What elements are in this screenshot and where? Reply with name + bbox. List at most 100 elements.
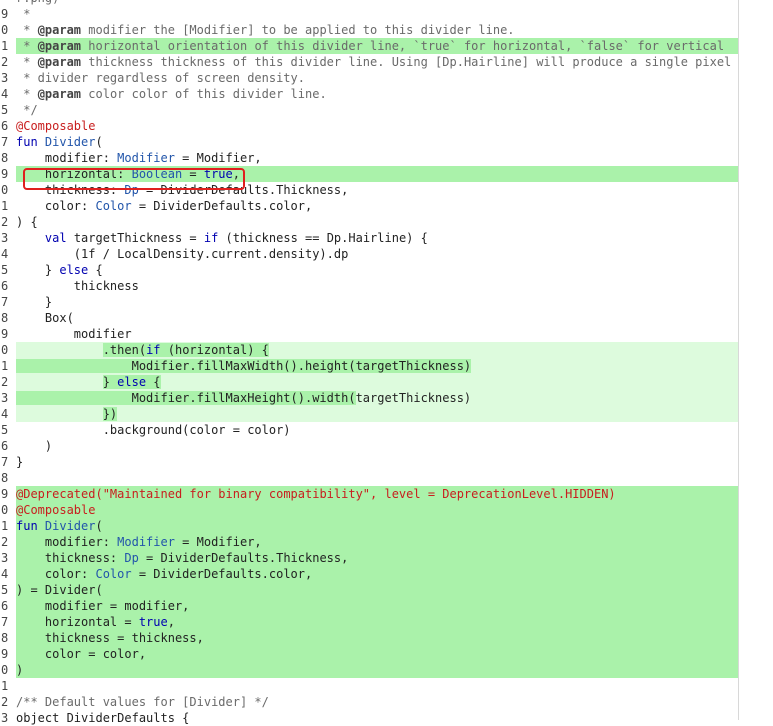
code-token: thickness: [16, 551, 125, 565]
code-line: 1 Modifier.fillMaxWidth().height(targetT… [0, 358, 738, 374]
line-number: 0 [1, 343, 9, 357]
line-number: 9 [1, 167, 9, 181]
line-number: 9 [1, 7, 9, 21]
scrollbar-track[interactable] [738, 0, 739, 720]
code-line: 6 @Composable [0, 118, 738, 134]
code-token: modifier: [16, 151, 118, 165]
code-token: (thickness == Dp.Hairline) { [218, 231, 428, 245]
code-token: true [138, 615, 168, 629]
code-token: thickness [16, 279, 139, 293]
code-token: targetThickness = [66, 231, 204, 245]
line-number: 4 [1, 567, 9, 581]
code-line: 2 /** Default values for [Divider] */ [0, 694, 738, 710]
code-line: 7} [0, 454, 738, 470]
code-token: (1f / LocalDensity.current.density).dp [16, 247, 349, 261]
code-line-text: val targetThickness = if (thickness == D… [16, 230, 738, 246]
code-line-text: modifier: Modifier = Modifier, [16, 534, 738, 550]
code-token: modifier the [Modifier] to be applied to… [81, 23, 515, 37]
line-number: 1 [1, 39, 9, 53]
code-line: 8 Box( [0, 310, 738, 326]
code-token: r.png) [16, 0, 59, 5]
line-number: 4 [1, 407, 9, 421]
code-token: Divider [44, 135, 96, 149]
code-line-text: ) [16, 662, 738, 678]
code-line-text: color: Color = DividerDefaults.color, [16, 198, 738, 214]
code-line-text: @Composable [16, 502, 738, 518]
code-token: ( [95, 135, 103, 149]
code-token: .background(color = color) [16, 423, 291, 437]
code-token: color: [16, 567, 96, 581]
code-token: (horizontal) { [160, 343, 269, 357]
code-token: fun [16, 519, 45, 533]
code-line: 4 }) [0, 406, 738, 422]
code-token: @param [37, 39, 82, 53]
line-number: 0 [1, 503, 9, 517]
code-line-text: ) [16, 438, 738, 454]
line-number: 0 [1, 663, 9, 677]
code-token: @param [37, 55, 82, 69]
code-token: { [88, 263, 103, 277]
line-number: 8 [1, 471, 9, 485]
code-token: * [16, 87, 38, 101]
code-line-text: Modifier.fillMaxWidth().height(targetThi… [16, 358, 738, 374]
code-line-text: Box( [16, 310, 738, 326]
line-number: 6 [1, 599, 9, 613]
code-token: = Modifier, [174, 535, 262, 549]
code-line-text: .background(color = color) [16, 422, 738, 438]
code-token: Modifier [117, 151, 175, 165]
code-token: Modifier.fillMaxWidth() [16, 359, 298, 373]
code-line: 7 } [0, 294, 738, 310]
code-line-text: ) = Divider( [16, 582, 738, 598]
code-line-text: } [16, 294, 738, 310]
code-line: 7 fun Divider( [0, 134, 738, 150]
code-token: object DividerDefaults { [16, 711, 190, 725]
line-number: 2 [1, 535, 9, 549]
code-token: @Composable [16, 503, 96, 517]
code-token: modifier: [16, 535, 118, 549]
code-line-text: color: Color = DividerDefaults.color, [16, 566, 738, 582]
code-line-text: Modifier.fillMaxHeight().width(targetThi… [16, 390, 738, 406]
line-number: 8 [1, 311, 9, 325]
code-line-text: fun Divider( [16, 134, 738, 150]
code-token: = DividerDefaults.Thickness, [138, 551, 349, 565]
code-token: ( [95, 519, 103, 533]
code-token: ) [16, 663, 24, 677]
code-line-text: .then(if (horizontal) { [16, 342, 738, 358]
code-token: ) = Divider( [16, 583, 103, 597]
code-line: 4 color: Color = DividerDefaults.color, [0, 566, 738, 582]
code-line-text: * @param color color of this divider lin… [16, 86, 738, 102]
line-number: 1 [1, 359, 9, 373]
code-token: * [16, 39, 38, 53]
code-line-text: fun Divider( [16, 518, 738, 534]
code-token: .height(targetThickness) [297, 359, 472, 373]
code-token: @Composable [16, 119, 96, 133]
code-token: , [167, 615, 175, 629]
code-token: ) [16, 439, 53, 453]
line-number: 3 [1, 711, 9, 725]
code-line-text: ) { [16, 214, 738, 230]
code-token: "Maintained for binary compatibility" [102, 487, 371, 501]
line-number: 5 [1, 423, 9, 437]
code-diff-view: r.png) 9 * 0 * @param modifier the [Modifi… [0, 0, 738, 726]
code-line-text: modifier = modifier, [16, 598, 738, 614]
line-number: 3 [1, 71, 9, 85]
code-token: horizontal orientation of this divider l… [81, 39, 725, 53]
code-token: = Modifier, [174, 151, 262, 165]
code-line-text: @Deprecated("Maintained for binary compa… [16, 486, 738, 502]
line-number: 2 [1, 215, 9, 229]
code-line-text: * @param modifier the [Modifier] to be a… [16, 22, 738, 38]
code-token: Box( [16, 311, 74, 325]
code-token: fun [16, 135, 45, 149]
code-line-text: object DividerDefaults { [16, 710, 738, 726]
code-line-text: } [16, 454, 738, 470]
code-token: Color [95, 199, 132, 213]
code-token: .then( [102, 343, 147, 357]
code-line: 1 * @param horizontal orientation of thi… [0, 38, 738, 54]
line-number: 7 [1, 455, 9, 469]
line-number: 1 [1, 199, 9, 213]
code-line-text: modifier [16, 326, 738, 342]
code-line: 3 * divider regardless of screen density… [0, 70, 738, 86]
